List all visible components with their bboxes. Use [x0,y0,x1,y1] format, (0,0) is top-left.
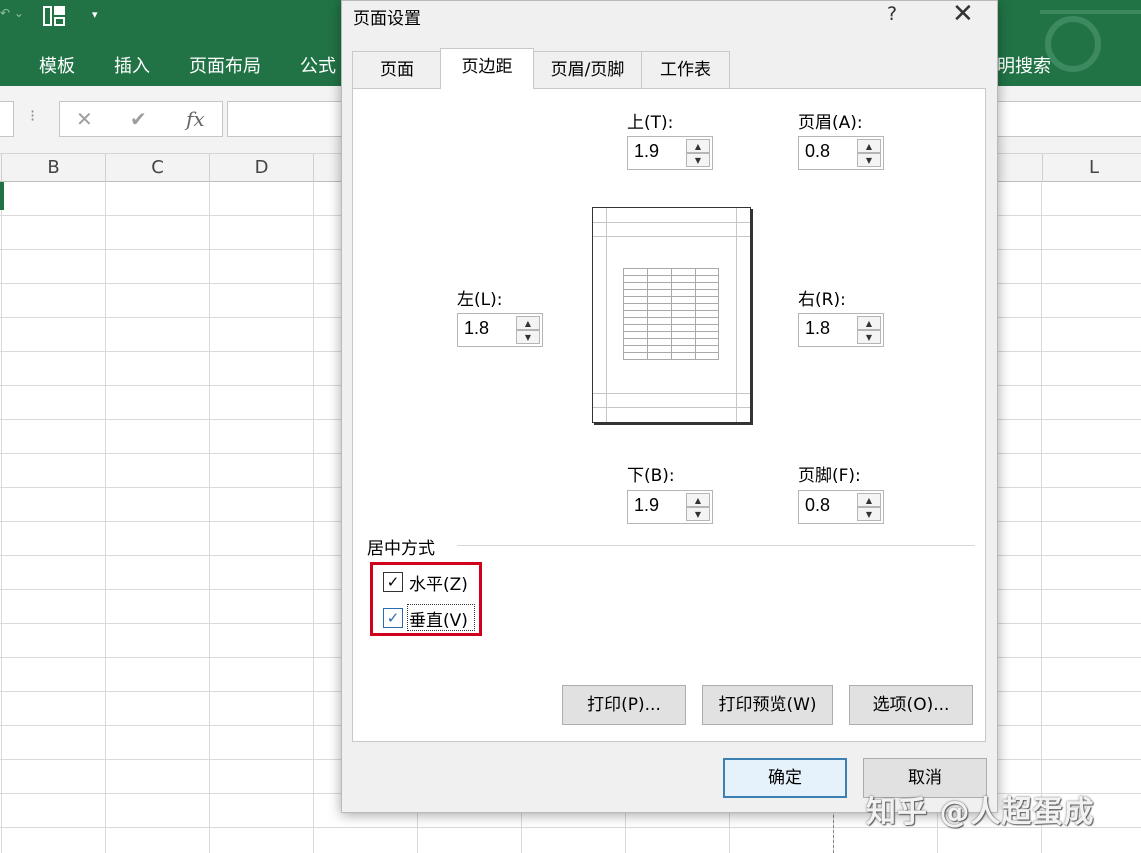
name-box[interactable] [0,101,14,137]
top-margin-spinner[interactable]: 1.9 ▲ ▼ [627,136,713,170]
right-margin-label: 右(R): [798,290,846,310]
ribbon-tab-formulas[interactable]: 公式 [300,52,336,78]
footer-margin-value[interactable]: 0.8 [805,495,830,516]
spin-down-icon[interactable]: ▼ [686,153,710,167]
preview-table [623,268,719,360]
ok-button[interactable]: 确定 [723,758,847,798]
column-header-d[interactable]: D [210,154,314,182]
spin-up-icon[interactable]: ▲ [516,316,540,330]
formula-bar-buttons: ✕ ✔ fx [59,101,223,137]
right-margin-spinner[interactable]: 1.8 ▲ ▼ [798,313,884,347]
footer-margin-spinner[interactable]: 0.8 ▲ ▼ [798,490,884,524]
focus-indicator [407,604,475,631]
header-margin-spinner[interactable]: 0.8 ▲ ▼ [798,136,884,170]
page-preview [592,207,751,423]
margins-panel: 上(T): 1.9 ▲ ▼ 页眉(A): 0.8 ▲ ▼ 左(L): 1.8 ▲… [352,88,986,742]
insert-function-icon[interactable]: fx [186,107,205,131]
print-button[interactable]: 打印(P)... [562,685,686,725]
active-cell-indicator [0,182,4,210]
column-header-l[interactable]: L [1042,154,1141,182]
spin-down-icon[interactable]: ▼ [516,330,540,344]
spin-down-icon[interactable]: ▼ [857,153,881,167]
customize-qat-icon[interactable]: ▾ [92,8,98,21]
quick-access-icon[interactable] [43,6,65,26]
close-icon[interactable]: ✕ [952,0,974,29]
watermark: 知乎 @人超蛋成 [866,795,1095,830]
spin-down-icon[interactable]: ▼ [857,330,881,344]
column-header-c[interactable]: C [106,154,210,182]
options-button[interactable]: 选项(O)... [849,685,973,725]
left-margin-value[interactable]: 1.8 [464,318,489,339]
decorative-circle-icon [1045,16,1101,72]
ribbon-tab-insert[interactable]: 插入 [114,52,150,78]
vertical-checkbox[interactable]: ✓ [383,608,403,628]
tab-header-footer[interactable]: 页眉/页脚 [533,51,642,88]
spin-down-icon[interactable]: ▼ [686,507,710,521]
header-margin-label: 页眉(A): [798,113,863,133]
header-margin-value[interactable]: 0.8 [805,141,830,162]
footer-margin-label: 页脚(F): [798,466,861,486]
tab-margins[interactable]: 页边距 [440,48,534,89]
left-margin-spinner[interactable]: 1.8 ▲ ▼ [457,313,543,347]
undo-icon[interactable]: ↶ ⌄ [0,6,24,20]
horizontal-label[interactable]: 水平(Z) [409,570,468,595]
dialog-title: 页面设置 [353,9,421,29]
centering-group-label: 居中方式 [367,539,435,559]
spin-up-icon[interactable]: ▲ [686,493,710,507]
bottom-margin-label: 下(B): [627,466,675,486]
spin-up-icon[interactable]: ▲ [857,316,881,330]
tab-sheet[interactable]: 工作表 [641,51,730,88]
page-setup-dialog: 页面设置 ? ✕ 页面 页边距 页眉/页脚 工作表 上(T): 1.9 ▲ ▼ … [341,0,998,813]
spin-up-icon[interactable]: ▲ [686,139,710,153]
left-margin-label: 左(L): [457,290,503,310]
print-preview-button[interactable]: 打印预览(W) [702,685,833,725]
right-margin-value[interactable]: 1.8 [805,318,830,339]
spin-up-icon[interactable]: ▲ [857,493,881,507]
ribbon-tab-template[interactable]: 模板 [39,52,75,78]
spin-up-icon[interactable]: ▲ [857,139,881,153]
confirm-entry-icon[interactable]: ✔ [130,107,147,131]
tab-page[interactable]: 页面 [352,51,442,88]
top-margin-value[interactable]: 1.9 [634,141,659,162]
bottom-margin-value[interactable]: 1.9 [634,495,659,516]
horizontal-checkbox[interactable]: ✓ [383,572,403,592]
decorative-line [1040,10,1141,14]
help-icon[interactable]: ? [887,3,897,25]
tell-me-search[interactable]: 明搜索 [997,52,1051,78]
cancel-entry-icon[interactable]: ✕ [76,107,93,131]
spin-down-icon[interactable]: ▼ [857,507,881,521]
top-margin-label: 上(T): [627,113,674,133]
ribbon-tab-page-layout[interactable]: 页面布局 [189,52,261,78]
group-divider [457,545,975,546]
column-header-b[interactable]: B [2,154,106,182]
bottom-margin-spinner[interactable]: 1.9 ▲ ▼ [627,490,713,524]
formula-bar-grip-icon[interactable]: ⁝ [30,106,35,125]
